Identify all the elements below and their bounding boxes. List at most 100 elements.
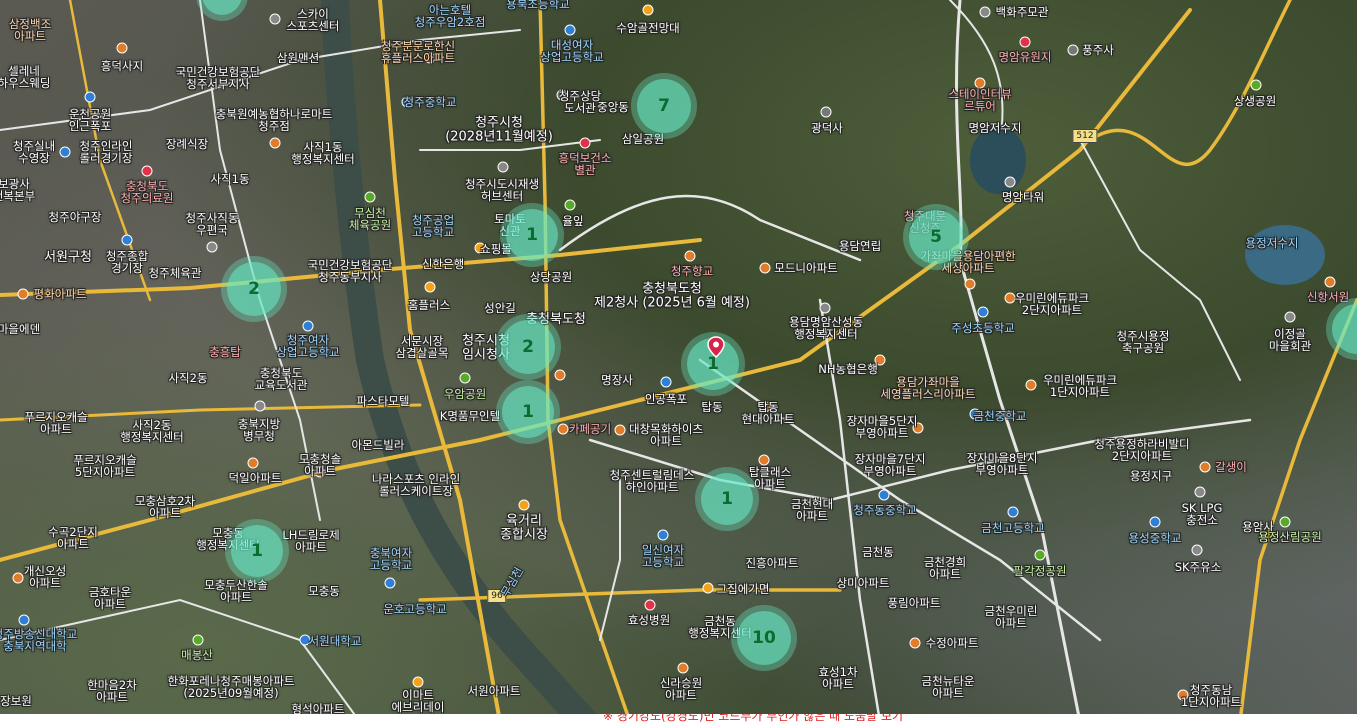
map-label[interactable]: 모충두산한솔 아파트 xyxy=(204,579,267,603)
map-label[interactable]: 덕일아파트 xyxy=(229,472,282,484)
map-label[interactable]: 삼일공원 xyxy=(622,133,664,145)
map-label[interactable]: 금천고등학교 xyxy=(981,522,1044,534)
map-label[interactable]: 보광사건복본부 xyxy=(0,178,35,202)
map-label[interactable]: 수암골전망대 xyxy=(616,22,679,34)
shop-icon[interactable] xyxy=(1199,461,1211,473)
map-label[interactable]: 장자마을7단지 부영아파트 xyxy=(855,453,926,477)
facility-icon[interactable] xyxy=(206,241,218,253)
map-label[interactable]: 용담가좌마을 세영플러스리아파트 xyxy=(880,376,975,400)
facility-icon[interactable] xyxy=(1284,311,1296,323)
map-label[interactable]: 명암유원지 xyxy=(999,51,1052,63)
map-label[interactable]: 그집에가면 xyxy=(717,583,770,595)
map-label[interactable]: 아는호텔 청주우암2호점 xyxy=(415,4,486,28)
map-label[interactable]: 스테이인터뷰 르튜어 xyxy=(948,88,1011,112)
map-label[interactable]: 효성1차 아파트 xyxy=(818,666,857,690)
help-notice-bar[interactable]: ※ 경기강도(강경도)민 코드부가 부인가 않은 때 도움말 보기 xyxy=(0,714,1357,722)
map-label[interactable]: 대성여자 상업고등학교 xyxy=(540,39,603,63)
stadium-icon[interactable] xyxy=(121,234,133,246)
map-label[interactable]: 국민건강보험공단 청주동부지사 xyxy=(308,259,393,283)
apartment-icon[interactable] xyxy=(12,572,24,584)
map-label[interactable]: 청주방송신대학교 충북지역대학 xyxy=(0,628,77,652)
map-label[interactable]: 청주동남 1단지아파트 xyxy=(1181,684,1241,708)
map-label[interactable]: 신한은행 xyxy=(422,258,464,270)
apartment-icon[interactable] xyxy=(964,278,976,290)
facility-icon[interactable] xyxy=(497,161,509,173)
apartment-icon[interactable] xyxy=(17,288,29,300)
park-icon[interactable] xyxy=(564,199,576,211)
map-label[interactable]: NH농협은행 xyxy=(818,363,878,375)
apartment-icon[interactable] xyxy=(554,369,566,381)
map-label[interactable]: 광덕사 xyxy=(811,122,843,134)
apartment-icon[interactable] xyxy=(1324,276,1336,288)
map-label[interactable]: 명암저수지 xyxy=(969,122,1022,134)
map-label[interactable]: 청주향교 xyxy=(671,265,713,277)
map-label[interactable]: 일신여자 고등학교 xyxy=(642,544,684,568)
map-label[interactable]: 사직1동 행정복지센터 xyxy=(291,141,354,165)
map-label[interactable]: 서문시장 삼겹살골목 xyxy=(396,335,449,359)
map-label[interactable]: 홈플러스 xyxy=(408,299,450,311)
map-label[interactable]: 이마트 에브리데이 xyxy=(392,689,445,713)
map-label[interactable]: 주성초등학교 xyxy=(951,322,1014,334)
map-label[interactable]: 장보원 xyxy=(0,695,32,707)
park-icon[interactable] xyxy=(1019,36,1031,48)
facility-icon[interactable] xyxy=(819,302,831,314)
map-label[interactable]: 모충삼호2차 아파트 xyxy=(135,495,195,519)
map-label[interactable]: 용북초등학교 xyxy=(506,0,569,10)
map-label[interactable]: 청주시청 (2028년11월예정) xyxy=(445,116,553,143)
facility-icon[interactable] xyxy=(269,13,281,25)
map-label[interactable]: 청주여자 상업고등학교 xyxy=(276,334,339,358)
map-label[interactable]: 금천우미린 아파트 xyxy=(985,605,1038,629)
map-label[interactable]: 성안길 xyxy=(484,302,516,314)
map-label[interactable]: 백화주모관 xyxy=(996,6,1049,18)
gas-station-icon[interactable] xyxy=(1194,486,1206,498)
map-label[interactable]: 파스타모텔 xyxy=(357,395,410,407)
map-label[interactable]: 명암타워 xyxy=(1002,191,1044,203)
map-label[interactable]: SK LPG 충전소 xyxy=(1182,502,1223,526)
temple-icon[interactable] xyxy=(820,106,832,118)
map-label[interactable]: 청주센트럴림데스 하인아파트 xyxy=(610,469,695,493)
map-label[interactable]: 갈생이 xyxy=(1215,461,1247,473)
map-label[interactable]: 나라스포츠 인라인 롤러스케이트장 xyxy=(372,473,460,497)
school-icon[interactable] xyxy=(564,24,576,36)
help-notice-text[interactable]: ※ 경기강도(강경도)민 코드부가 부인가 않은 때 도움말 보기 xyxy=(603,714,903,722)
map-label[interactable]: 흥덕보건소 별관 xyxy=(559,152,612,176)
map-label[interactable]: 평화아파트 xyxy=(34,288,87,300)
apartment-icon[interactable] xyxy=(758,454,770,466)
school-icon[interactable] xyxy=(1007,506,1019,518)
temple-icon[interactable] xyxy=(1067,44,1079,56)
apartment-icon[interactable] xyxy=(677,662,689,674)
map-cluster[interactable]: 1 xyxy=(231,525,283,577)
map-cluster[interactable]: 1 xyxy=(701,473,753,525)
map-label[interactable]: SK주유소 xyxy=(1175,561,1222,573)
map-label[interactable]: 용담연립 xyxy=(839,240,881,252)
map-cluster[interactable]: 1 xyxy=(506,209,558,261)
restaurant-icon[interactable] xyxy=(702,582,714,594)
map-label[interactable]: 마을에덴 xyxy=(0,323,40,335)
map-label[interactable]: 인공폭포 xyxy=(645,393,687,405)
map-label[interactable]: 우미린에듀파크 1단지아파트 xyxy=(1043,374,1117,398)
map-label[interactable]: 서원대학교 xyxy=(309,635,362,647)
map-label[interactable]: 매봉산 xyxy=(181,649,213,661)
map-label[interactable]: 풍림아파트 xyxy=(888,597,941,609)
map-label[interactable]: 수곡2단지 아파트 xyxy=(48,526,98,550)
temple-icon[interactable] xyxy=(684,250,696,262)
school-icon[interactable] xyxy=(84,91,96,103)
map-label[interactable]: 서원아파트 xyxy=(468,685,521,697)
map-cluster[interactable]: 10 xyxy=(737,611,791,665)
map-label[interactable]: 사직2동 xyxy=(168,372,207,384)
map-label[interactable]: 운천공원 인근폭포 xyxy=(69,108,111,132)
map-label[interactable]: 청주야구장 xyxy=(49,211,102,223)
map-label[interactable]: 육거리 종합시장 xyxy=(500,514,548,541)
map-label[interactable]: 금천동 xyxy=(862,546,894,558)
map-label[interactable]: 청주시도시재생 허브센터 xyxy=(465,178,539,202)
satellite-map[interactable]: 512 96 삼정백조 아파트 스카이 스포츠센터 아는호텔 청주우암2호점 용북초등… xyxy=(0,0,1357,722)
school-icon[interactable] xyxy=(59,146,71,158)
map-label[interactable]: 이정골 마을회관 xyxy=(1269,328,1311,352)
map-label[interactable]: 청주종합 경기장 xyxy=(106,250,148,274)
map-label[interactable]: 용담명암산성동 행정복지센터 xyxy=(789,316,863,340)
map-label[interactable]: 청주인라인 롤러경기장 xyxy=(80,140,133,164)
map-label[interactable]: 탑동 xyxy=(701,401,722,413)
location-pin-icon[interactable] xyxy=(707,336,725,358)
map-cluster[interactable]: 5 xyxy=(909,210,963,264)
park-icon[interactable] xyxy=(364,191,376,203)
